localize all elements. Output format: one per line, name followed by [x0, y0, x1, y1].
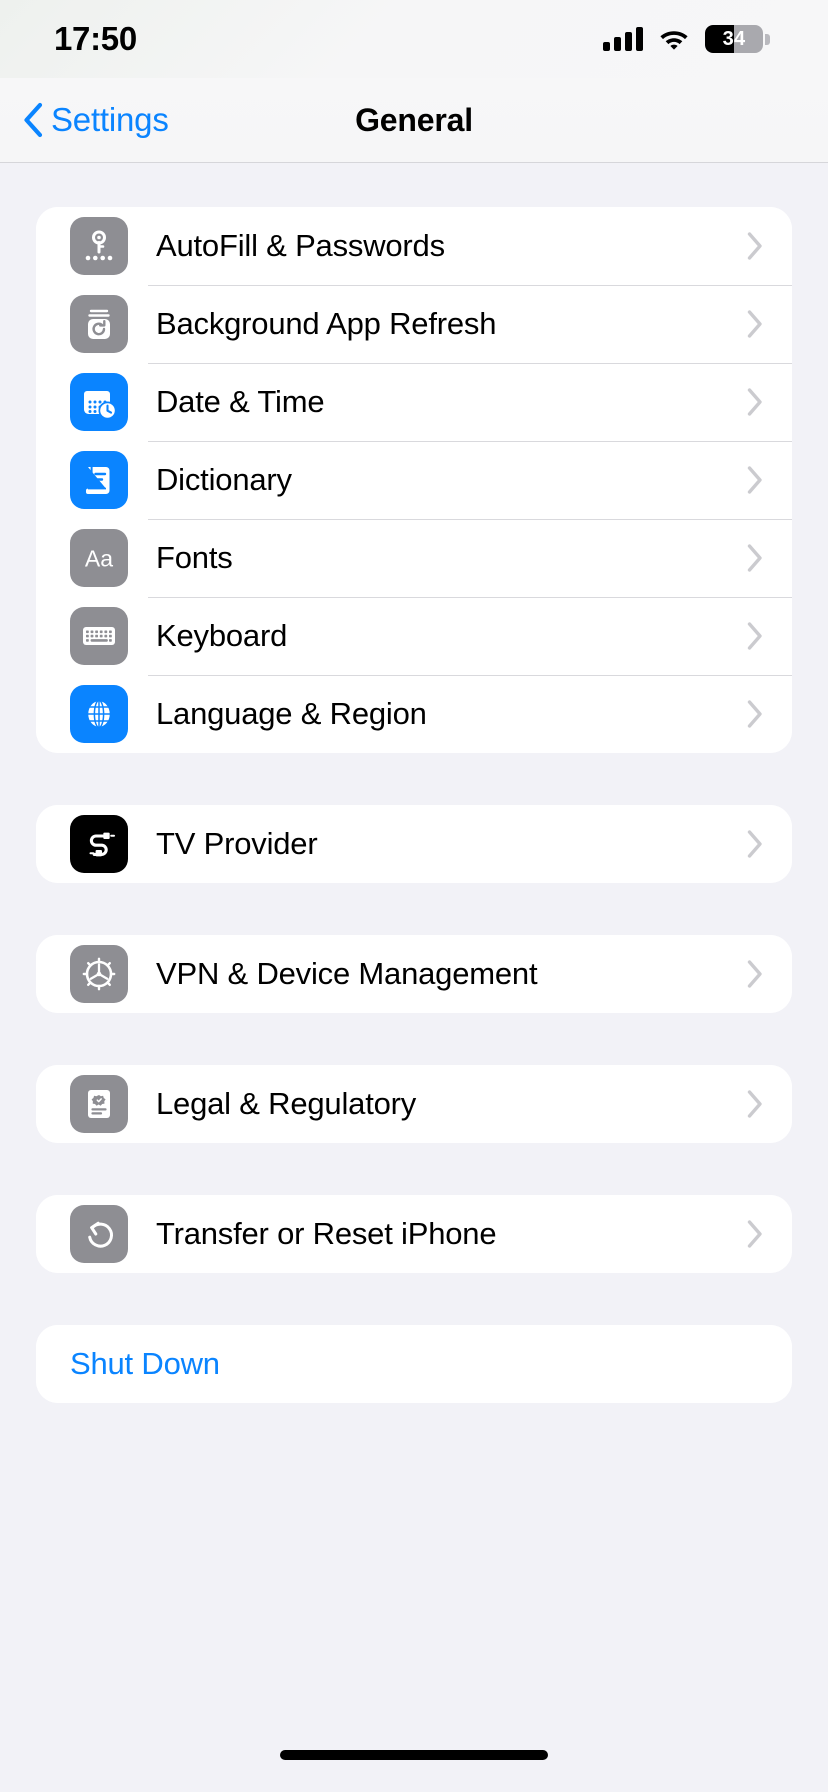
chevron-left-icon	[22, 102, 44, 138]
settings-group: Legal & Regulatory	[36, 1065, 792, 1143]
settings-row-label: VPN & Device Management	[156, 956, 538, 991]
chevron-right-icon	[746, 231, 764, 261]
settings-row-vpn-device-management[interactable]: VPN & Device Management	[36, 935, 792, 1013]
settings-row-label: AutoFill & Passwords	[156, 228, 445, 263]
chevron-right-icon	[746, 309, 764, 339]
status-bar-indicators: 34	[603, 25, 770, 53]
home-indicator-area	[0, 1718, 828, 1792]
back-button[interactable]: Settings	[22, 101, 169, 139]
settings-row-legal-regulatory[interactable]: Legal & Regulatory	[36, 1065, 792, 1143]
settings-groups: AutoFill & Passwords Background App Refre…	[36, 207, 792, 1403]
settings-row-label: Dictionary	[156, 462, 292, 497]
certificate-doc-icon	[70, 1075, 128, 1133]
gear-icon	[70, 945, 128, 1003]
calendar-clock-icon	[70, 373, 128, 431]
wifi-icon	[658, 27, 690, 51]
settings-row-shut-down[interactable]: Shut Down	[36, 1325, 792, 1403]
settings-row-transfer-or-reset-iphone[interactable]: Transfer or Reset iPhone	[36, 1195, 792, 1273]
back-button-label: Settings	[51, 101, 169, 138]
settings-row-label: Transfer or Reset iPhone	[156, 1216, 497, 1251]
key-icon	[70, 217, 128, 275]
settings-row-label: Date & Time	[156, 384, 325, 419]
chevron-right-icon	[746, 699, 764, 729]
settings-row-autofill-passwords[interactable]: AutoFill & Passwords	[36, 207, 792, 285]
settings-row-dictionary[interactable]: Dictionary	[36, 441, 792, 519]
refresh-jar-icon	[70, 295, 128, 353]
reset-arrow-icon	[70, 1205, 128, 1263]
settings-group: TV Provider	[36, 805, 792, 883]
status-bar: 17:50 34	[0, 0, 828, 78]
navigation-bar: Settings General	[0, 78, 828, 163]
battery-icon: 34	[705, 25, 770, 53]
chevron-right-icon	[746, 621, 764, 651]
chevron-right-icon	[746, 829, 764, 859]
settings-row-label: Background App Refresh	[156, 306, 497, 341]
settings-row-background-app-refresh[interactable]: Background App Refresh	[36, 285, 792, 363]
chevron-right-icon	[746, 543, 764, 573]
settings-row-language-region[interactable]: Language & Region	[36, 675, 792, 753]
settings-group: Shut Down	[36, 1325, 792, 1403]
settings-list[interactable]: AutoFill & Passwords Background App Refre…	[0, 163, 828, 1718]
chevron-right-icon	[746, 465, 764, 495]
home-indicator[interactable]	[280, 1750, 548, 1760]
settings-row-tv-provider[interactable]: TV Provider	[36, 805, 792, 883]
cable-connector-icon	[70, 815, 128, 873]
chevron-right-icon	[746, 1089, 764, 1119]
settings-group: VPN & Device Management	[36, 935, 792, 1013]
settings-row-date-time[interactable]: Date & Time	[36, 363, 792, 441]
settings-row-label: Fonts	[156, 540, 233, 575]
chevron-right-icon	[746, 959, 764, 989]
chevron-right-icon	[746, 387, 764, 417]
settings-row-label: Shut Down	[70, 1346, 220, 1381]
settings-row-label: Legal & Regulatory	[156, 1086, 417, 1121]
iphone-settings-general-screen: 17:50 34 Settings General AutoFill & Pas…	[0, 0, 828, 1792]
svg-text:Aa: Aa	[85, 546, 113, 572]
settings-row-fonts[interactable]: Aa Fonts	[36, 519, 792, 597]
keyboard-icon	[70, 607, 128, 665]
aa-text-icon: Aa	[70, 529, 128, 587]
battery-percent-label: 34	[722, 28, 746, 50]
status-bar-time: 17:50	[54, 20, 137, 57]
settings-row-label: Keyboard	[156, 618, 288, 653]
globe-icon	[70, 685, 128, 743]
book-icon	[70, 451, 128, 509]
chevron-right-icon	[746, 1219, 764, 1249]
settings-group: AutoFill & Passwords Background App Refre…	[36, 207, 792, 753]
settings-row-keyboard[interactable]: Keyboard	[36, 597, 792, 675]
settings-row-label: Language & Region	[156, 696, 427, 731]
cellular-signal-icon	[603, 27, 643, 51]
settings-group: Transfer or Reset iPhone	[36, 1195, 792, 1273]
settings-row-label: TV Provider	[156, 826, 318, 861]
